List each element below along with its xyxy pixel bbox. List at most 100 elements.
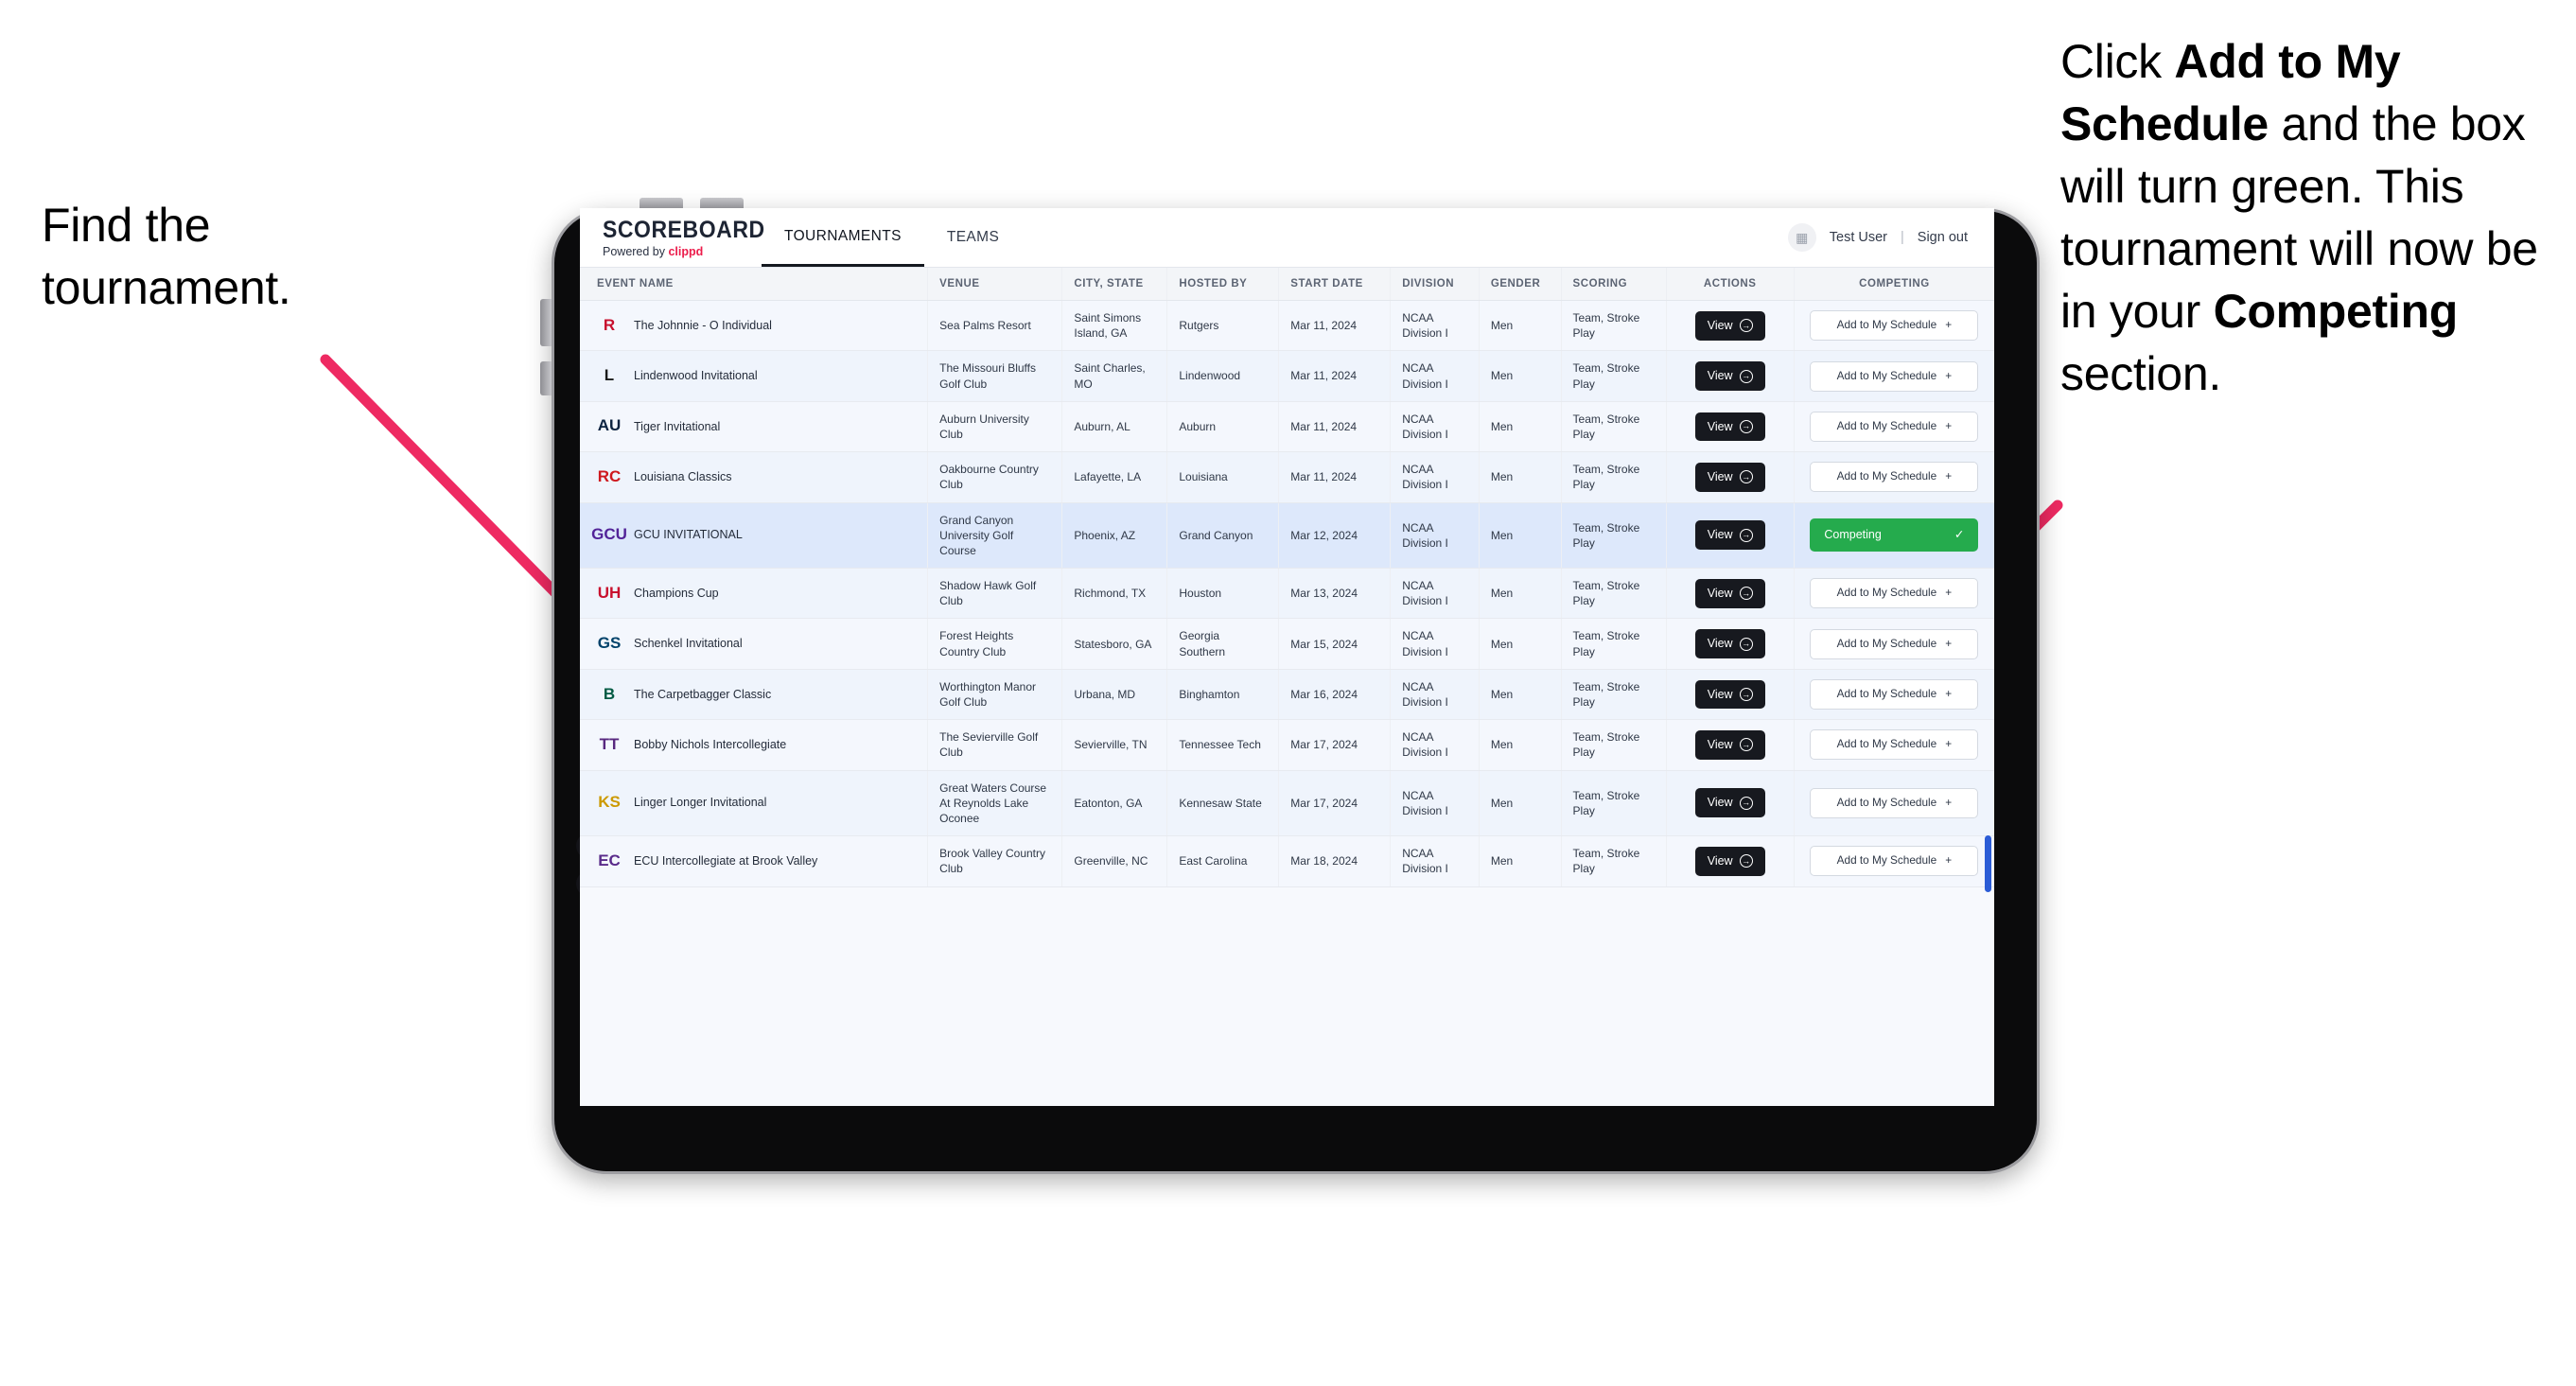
add-to-my-schedule-button[interactable]: Add to My Schedule +: [1810, 360, 1979, 392]
brand-logo[interactable]: SCOREBOARD Powered by clippd: [580, 208, 764, 267]
competing-button[interactable]: Competing ✓: [1810, 518, 1979, 553]
view-button[interactable]: View →: [1694, 520, 1765, 551]
table-row[interactable]: GS Schenkel Invitational Forest Heights …: [580, 618, 1994, 670]
cell-division: NCAA Division I: [1390, 770, 1480, 837]
table-body: R The Johnnie - O Individual Sea Palms R…: [580, 300, 1994, 887]
add-to-my-schedule-button[interactable]: Add to My Schedule +: [1810, 729, 1979, 761]
cell-hosted-by: Lindenwood: [1166, 350, 1280, 402]
view-button[interactable]: View →: [1694, 679, 1765, 710]
event-name-label: The Johnnie - O Individual: [634, 318, 772, 332]
cell-competing: Add to My Schedule +: [1794, 669, 1994, 721]
power-button[interactable]: [540, 299, 552, 346]
cell-event-name: KS Linger Longer Invitational: [580, 770, 929, 837]
col-scoring[interactable]: SCORING: [1561, 268, 1667, 301]
add-to-my-schedule-button[interactable]: Add to My Schedule +: [1810, 679, 1979, 710]
cell-hosted-by: Auburn: [1166, 401, 1280, 453]
cell-competing: Add to My Schedule +: [1794, 401, 1994, 453]
view-button[interactable]: View →: [1694, 310, 1765, 341]
event-name-label: Linger Longer Invitational: [634, 796, 767, 810]
col-start-date[interactable]: START DATE: [1278, 268, 1392, 301]
cell-actions: View →: [1666, 568, 1795, 620]
col-city-state[interactable]: CITY, STATE: [1061, 268, 1168, 301]
vertical-scrollbar[interactable]: [1985, 835, 1991, 892]
cell-venue: Oakbourne Country Club: [927, 451, 1063, 503]
cell-actions: View →: [1666, 618, 1795, 670]
add-to-my-schedule-button[interactable]: Add to My Schedule +: [1810, 462, 1979, 493]
add-to-my-schedule-button[interactable]: Add to My Schedule +: [1810, 628, 1979, 659]
table-row[interactable]: UH Champions Cup Shadow Hawk Golf Club R…: [580, 568, 1994, 620]
view-button[interactable]: View →: [1694, 361, 1765, 391]
add-to-my-schedule-button[interactable]: Add to My Schedule +: [1810, 578, 1979, 609]
cell-venue: Grand Canyon University Golf Course: [927, 502, 1063, 570]
event-name-label: Schenkel Invitational: [634, 637, 743, 651]
cell-event-name: GS Schenkel Invitational: [580, 618, 929, 670]
annotation-left-line2: tournament.: [42, 261, 291, 314]
brand-tagline: Powered by clippd: [603, 245, 741, 258]
event-name-label: Bobby Nichols Intercollegiate: [634, 737, 787, 751]
cell-start-date: Mar 16, 2024: [1278, 669, 1392, 721]
sign-out-link[interactable]: Sign out: [1918, 230, 1968, 245]
arrow-right-circle-icon: →: [1739, 738, 1753, 752]
view-label: View: [1707, 687, 1733, 701]
add-to-my-schedule-button[interactable]: Add to My Schedule +: [1810, 846, 1979, 877]
table-row[interactable]: AU Tiger Invitational Auburn University …: [580, 401, 1994, 453]
view-button[interactable]: View →: [1694, 729, 1765, 760]
col-hosted-by[interactable]: HOSTED BY: [1166, 268, 1280, 301]
add-to-my-schedule-button[interactable]: Add to My Schedule +: [1810, 411, 1979, 442]
add-to-my-schedule-label: Add to My Schedule: [1836, 687, 1937, 701]
team-logo-icon: UH: [597, 583, 622, 602]
add-to-my-schedule-button[interactable]: Add to My Schedule +: [1810, 310, 1979, 342]
table-row[interactable]: KS Linger Longer Invitational Great Wate…: [580, 770, 1994, 837]
cell-gender: Men: [1479, 350, 1562, 402]
table-row[interactable]: EC ECU Intercollegiate at Brook Valley B…: [580, 835, 1994, 887]
cell-division: NCAA Division I: [1390, 451, 1480, 503]
table-row[interactable]: RC Louisiana Classics Oakbourne Country …: [580, 451, 1994, 503]
col-venue[interactable]: VENUE: [927, 268, 1063, 301]
table-row[interactable]: L Lindenwood Invitational The Missouri B…: [580, 350, 1994, 402]
cell-scoring: Team, Stroke Play: [1561, 451, 1667, 503]
arrow-right-circle-icon: →: [1739, 470, 1753, 484]
table-row[interactable]: TT Bobby Nichols Intercollegiate The Sev…: [580, 719, 1994, 771]
table-row[interactable]: GCU GCU INVITATIONAL Grand Canyon Univer…: [580, 502, 1994, 570]
col-competing: COMPETING: [1794, 268, 1994, 301]
cell-hosted-by: Tennessee Tech: [1166, 719, 1280, 771]
plus-icon: +: [1945, 469, 1953, 483]
avatar[interactable]: ▦: [1787, 223, 1816, 252]
col-division[interactable]: DIVISION: [1390, 268, 1480, 301]
add-to-my-schedule-button[interactable]: Add to My Schedule +: [1810, 787, 1979, 818]
col-event-name[interactable]: EVENT NAME: [580, 268, 929, 301]
team-logo-icon: L: [604, 366, 615, 385]
add-to-my-schedule-label: Add to My Schedule: [1836, 586, 1937, 600]
view-button[interactable]: View →: [1694, 629, 1765, 659]
cell-venue: Auburn University Club: [927, 401, 1063, 453]
brand-powered-prefix: Powered by: [603, 245, 669, 258]
arrow-right-circle-icon: →: [1739, 688, 1753, 701]
plus-icon: +: [1945, 636, 1953, 650]
col-gender[interactable]: GENDER: [1479, 268, 1562, 301]
cell-gender: Men: [1479, 618, 1562, 670]
annotation-right-bold2: Competing: [2213, 285, 2459, 338]
side-button[interactable]: [540, 361, 552, 395]
tab-tournaments[interactable]: TOURNAMENTS: [762, 208, 924, 267]
view-label: View: [1707, 318, 1733, 332]
team-logo-icon: KS: [598, 793, 621, 812]
tournaments-table-container[interactable]: EVENT NAME VENUE CITY, STATE HOSTED BY S…: [580, 268, 1994, 1106]
table-row[interactable]: R The Johnnie - O Individual Sea Palms R…: [580, 300, 1994, 352]
app-viewport: SCOREBOARD Powered by clippd TOURNAMENTS…: [580, 208, 1994, 1106]
cell-division: NCAA Division I: [1390, 719, 1480, 771]
cell-city-state: Statesboro, GA: [1061, 618, 1168, 670]
view-button[interactable]: View →: [1694, 578, 1765, 608]
arrow-right-circle-icon: →: [1739, 369, 1753, 383]
table-row[interactable]: B The Carpetbagger Classic Worthington M…: [580, 669, 1994, 721]
view-label: View: [1707, 637, 1733, 651]
view-label: View: [1707, 469, 1733, 483]
cell-competing: Add to My Schedule +: [1794, 300, 1994, 352]
cell-start-date: Mar 11, 2024: [1278, 300, 1392, 352]
view-button[interactable]: View →: [1694, 412, 1765, 442]
view-button[interactable]: View →: [1694, 788, 1765, 818]
tab-teams[interactable]: TEAMS: [924, 208, 1022, 267]
view-button[interactable]: View →: [1694, 462, 1765, 492]
cell-gender: Men: [1479, 770, 1562, 837]
cell-venue: Shadow Hawk Golf Club: [927, 568, 1063, 620]
view-button[interactable]: View →: [1694, 846, 1765, 876]
